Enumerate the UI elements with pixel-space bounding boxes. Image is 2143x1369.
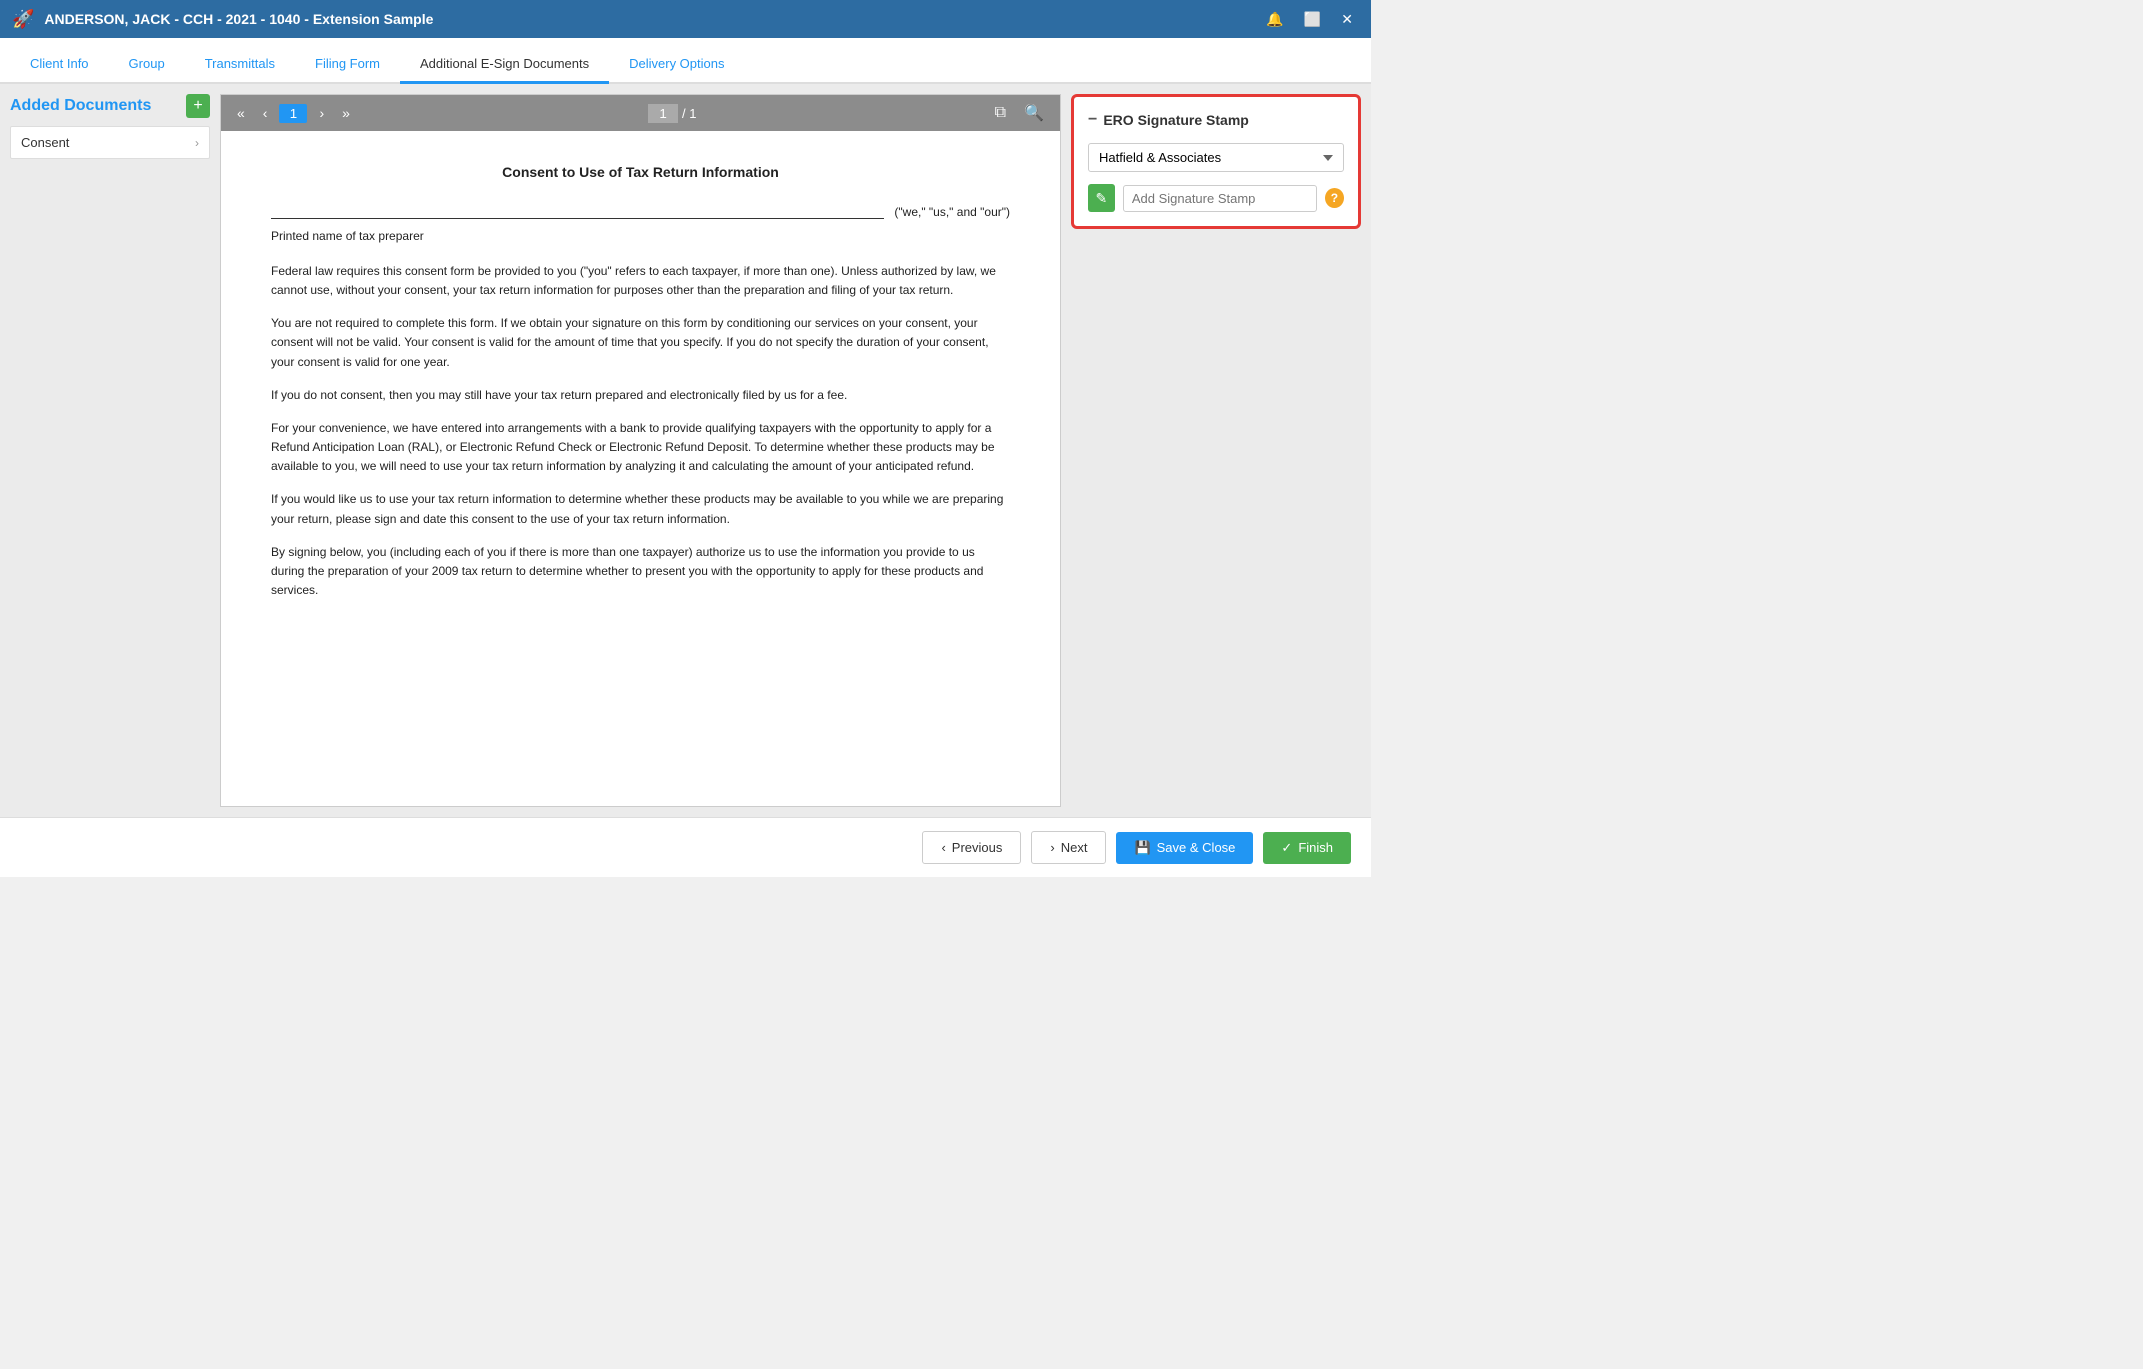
tab-filing-form[interactable]: Filing Form [295, 46, 400, 84]
footer: ‹ Previous › Next 💾 Save & Close ✓ Finis… [0, 817, 1371, 877]
checkmark-icon: ✓ [1281, 840, 1292, 856]
ero-signature-box: − ERO Signature Stamp Hatfield & Associa… [1071, 94, 1361, 229]
doc-para-0: Federal law requires this consent form b… [271, 262, 1010, 300]
doc-para-5: By signing below, you (including each of… [271, 543, 1010, 601]
ero-collapse-btn[interactable]: − [1088, 111, 1097, 129]
signature-edit-btn[interactable]: ✎ [1088, 184, 1115, 212]
close-btn[interactable]: ✕ [1335, 9, 1359, 30]
tab-bar: Client Info Group Transmittals Filing Fo… [0, 38, 1371, 84]
right-panel: − ERO Signature Stamp Hatfield & Associa… [1071, 94, 1361, 807]
document-content: Consent to Use of Tax Return Information… [221, 131, 1060, 806]
signature-stamp-input[interactable] [1123, 185, 1317, 212]
copy-icon-btn[interactable]: ⧉ [989, 102, 1012, 124]
page-total: / 1 [682, 106, 696, 121]
signature-row: ✎ ? [1088, 184, 1344, 212]
current-page-btn[interactable]: 1 [279, 104, 307, 123]
restore-btn[interactable]: ⬜ [1298, 9, 1327, 30]
last-page-btn[interactable]: » [336, 103, 356, 123]
doc-toolbar: « ‹ 1 › » / 1 ⧉ 🔍 [221, 95, 1060, 131]
prev-page-btn[interactable]: ‹ [257, 103, 274, 123]
tab-group[interactable]: Group [109, 46, 185, 84]
main-content: Added Documents + Consent › « ‹ 1 › » / … [0, 84, 1371, 817]
help-icon[interactable]: ? [1325, 188, 1344, 208]
doc-para-2: If you do not consent, then you may stil… [271, 386, 1010, 405]
save-icon: 💾 [1134, 840, 1150, 856]
add-document-button[interactable]: + [186, 94, 210, 118]
app-title: ANDERSON, JACK - CCH - 2021 - 1040 - Ext… [44, 11, 433, 27]
printed-name-label: Printed name of tax preparer [271, 227, 1010, 246]
ero-firm-dropdown[interactable]: Hatfield & Associates [1088, 143, 1344, 172]
next-button[interactable]: › Next [1031, 831, 1106, 864]
document-item-consent[interactable]: Consent › [10, 126, 210, 159]
tab-client-info[interactable]: Client Info [10, 46, 109, 84]
chevron-right-icon: › [195, 136, 199, 150]
finish-button[interactable]: ✓ Finish [1263, 832, 1351, 864]
first-page-btn[interactable]: « [231, 103, 251, 123]
doc-para-4: If you would like us to use your tax ret… [271, 490, 1010, 528]
ero-header-label: ERO Signature Stamp [1103, 112, 1248, 128]
previous-button[interactable]: ‹ Previous [922, 831, 1021, 864]
tab-transmittals[interactable]: Transmittals [185, 46, 295, 84]
left-panel: Added Documents + Consent › [10, 94, 210, 807]
next-chevron-icon: › [1050, 840, 1054, 855]
tab-delivery-options[interactable]: Delivery Options [609, 46, 744, 84]
prev-chevron-icon: ‹ [941, 840, 945, 855]
doc-para-3: For your convenience, we have entered in… [271, 419, 1010, 477]
search-icon-btn[interactable]: 🔍 [1018, 101, 1050, 125]
app-icon: 🚀 [12, 9, 34, 30]
titlebar: 🚀 ANDERSON, JACK - CCH - 2021 - 1040 - E… [0, 0, 1371, 38]
tab-additional-esign[interactable]: Additional E-Sign Documents [400, 46, 609, 84]
doc-title: Consent to Use of Tax Return Information [271, 161, 1010, 183]
document-viewer: « ‹ 1 › » / 1 ⧉ 🔍 Consent to Use of Tax … [220, 94, 1061, 807]
notify-btn[interactable]: 🔔 [1260, 9, 1289, 30]
added-docs-title: Added Documents [10, 97, 151, 115]
doc-para-1: You are not required to complete this fo… [271, 314, 1010, 372]
page-input[interactable] [648, 104, 678, 123]
next-page-btn[interactable]: › [313, 103, 330, 123]
document-item-label: Consent [21, 135, 69, 150]
doc-line-label: ("we," "us," and "our") [894, 203, 1010, 222]
save-close-button[interactable]: 💾 Save & Close [1116, 832, 1253, 864]
